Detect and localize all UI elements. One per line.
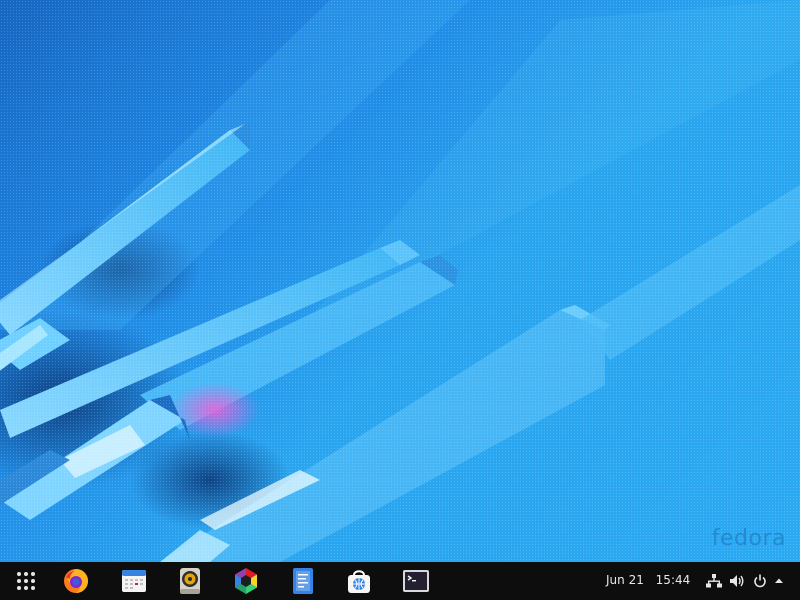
photos-icon (235, 568, 257, 594)
power-indicator[interactable] (752, 573, 768, 589)
terminal-launcher[interactable] (401, 566, 431, 596)
app-grid-button[interactable] (11, 566, 41, 596)
fedora-watermark: fedora (711, 526, 786, 551)
calendar-icon (122, 570, 146, 592)
volume-indicator[interactable] (729, 573, 745, 589)
network-indicator[interactable] (706, 573, 722, 589)
rhythmbox-launcher[interactable] (175, 566, 205, 596)
software-store-icon (348, 570, 370, 593)
document-icon (293, 568, 313, 594)
network-icon (706, 574, 722, 588)
clock-date: Jun 21 (606, 573, 644, 587)
software-launcher[interactable] (344, 566, 374, 596)
clock-time: 15:44 (655, 573, 691, 587)
system-menu-arrow[interactable] (771, 573, 787, 589)
photos-launcher[interactable] (231, 566, 261, 596)
app-grid-icon (17, 572, 35, 590)
menu-arrow-icon (775, 578, 783, 583)
wallpaper (0, 0, 800, 562)
text-editor-launcher[interactable] (288, 566, 318, 596)
speaker-icon (180, 568, 200, 594)
terminal-icon (403, 570, 429, 592)
firefox-launcher[interactable] (61, 566, 91, 596)
firefox-icon (64, 569, 88, 593)
volume-icon (730, 575, 744, 587)
desktop[interactable]: fedora (0, 0, 800, 562)
clock[interactable]: Jun 21 15:44 (606, 573, 690, 589)
calendar-launcher[interactable] (119, 566, 149, 596)
power-icon (754, 574, 766, 588)
dock-panel: Jun 21 15:44 (0, 562, 800, 600)
